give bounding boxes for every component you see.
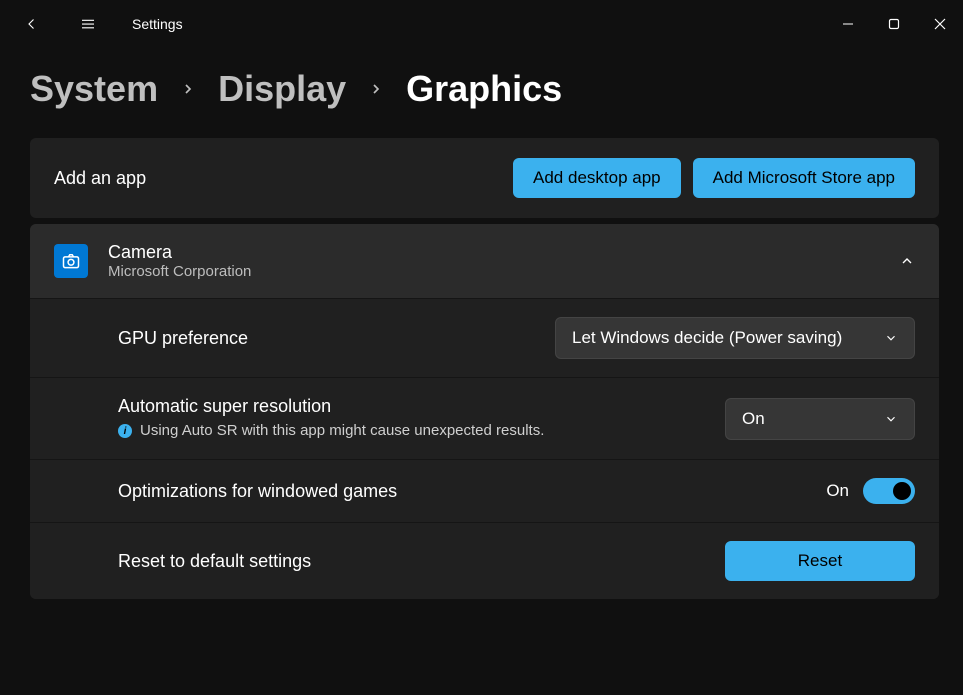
breadcrumb-graphics: Graphics [406,68,562,110]
close-button[interactable] [917,8,963,40]
chevron-up-icon [899,253,915,269]
gpu-preference-dropdown[interactable]: Let Windows decide (Power saving) [555,317,915,359]
auto-sr-desc: Using Auto SR with this app might cause … [140,421,544,441]
windowed-optimizations-toggle[interactable] [863,478,915,504]
add-app-row: Add an app Add desktop app Add Microsoft… [30,138,939,218]
app-publisher: Microsoft Corporation [108,263,899,280]
back-button[interactable] [12,4,52,44]
gpu-preference-row: GPU preference Let Windows decide (Power… [30,298,939,377]
chevron-right-icon [180,81,196,97]
reset-title: Reset to default settings [118,551,709,572]
auto-sr-dropdown[interactable]: On [725,398,915,440]
auto-sr-value: On [742,409,765,429]
gpu-preference-title: GPU preference [118,328,539,349]
breadcrumb-system[interactable]: System [30,68,158,110]
info-icon: i [118,424,132,438]
app-settings-card: Camera Microsoft Corporation GPU prefere… [30,224,939,599]
windowed-optimizations-title: Optimizations for windowed games [118,481,810,502]
app-name: Camera [108,242,899,263]
windowed-optimizations-state: On [826,481,849,501]
gpu-preference-value: Let Windows decide (Power saving) [572,328,842,348]
chevron-down-icon [884,331,898,345]
auto-sr-row: Automatic super resolution i Using Auto … [30,377,939,459]
minimize-button[interactable] [825,8,871,40]
auto-sr-title: Automatic super resolution [118,396,709,417]
app-expander-header[interactable]: Camera Microsoft Corporation [30,224,939,298]
camera-app-icon [54,244,88,278]
windowed-optimizations-row: Optimizations for windowed games On [30,459,939,522]
breadcrumb: System Display Graphics [30,68,939,110]
add-store-app-button[interactable]: Add Microsoft Store app [693,158,915,198]
chevron-down-icon [884,412,898,426]
hamburger-menu-button[interactable] [68,4,108,44]
maximize-button[interactable] [871,8,917,40]
chevron-right-icon [368,81,384,97]
window-title: Settings [132,16,183,32]
reset-button[interactable]: Reset [725,541,915,581]
add-app-label: Add an app [54,168,501,189]
breadcrumb-display[interactable]: Display [218,68,346,110]
reset-row: Reset to default settings Reset [30,522,939,599]
add-desktop-app-button[interactable]: Add desktop app [513,158,681,198]
